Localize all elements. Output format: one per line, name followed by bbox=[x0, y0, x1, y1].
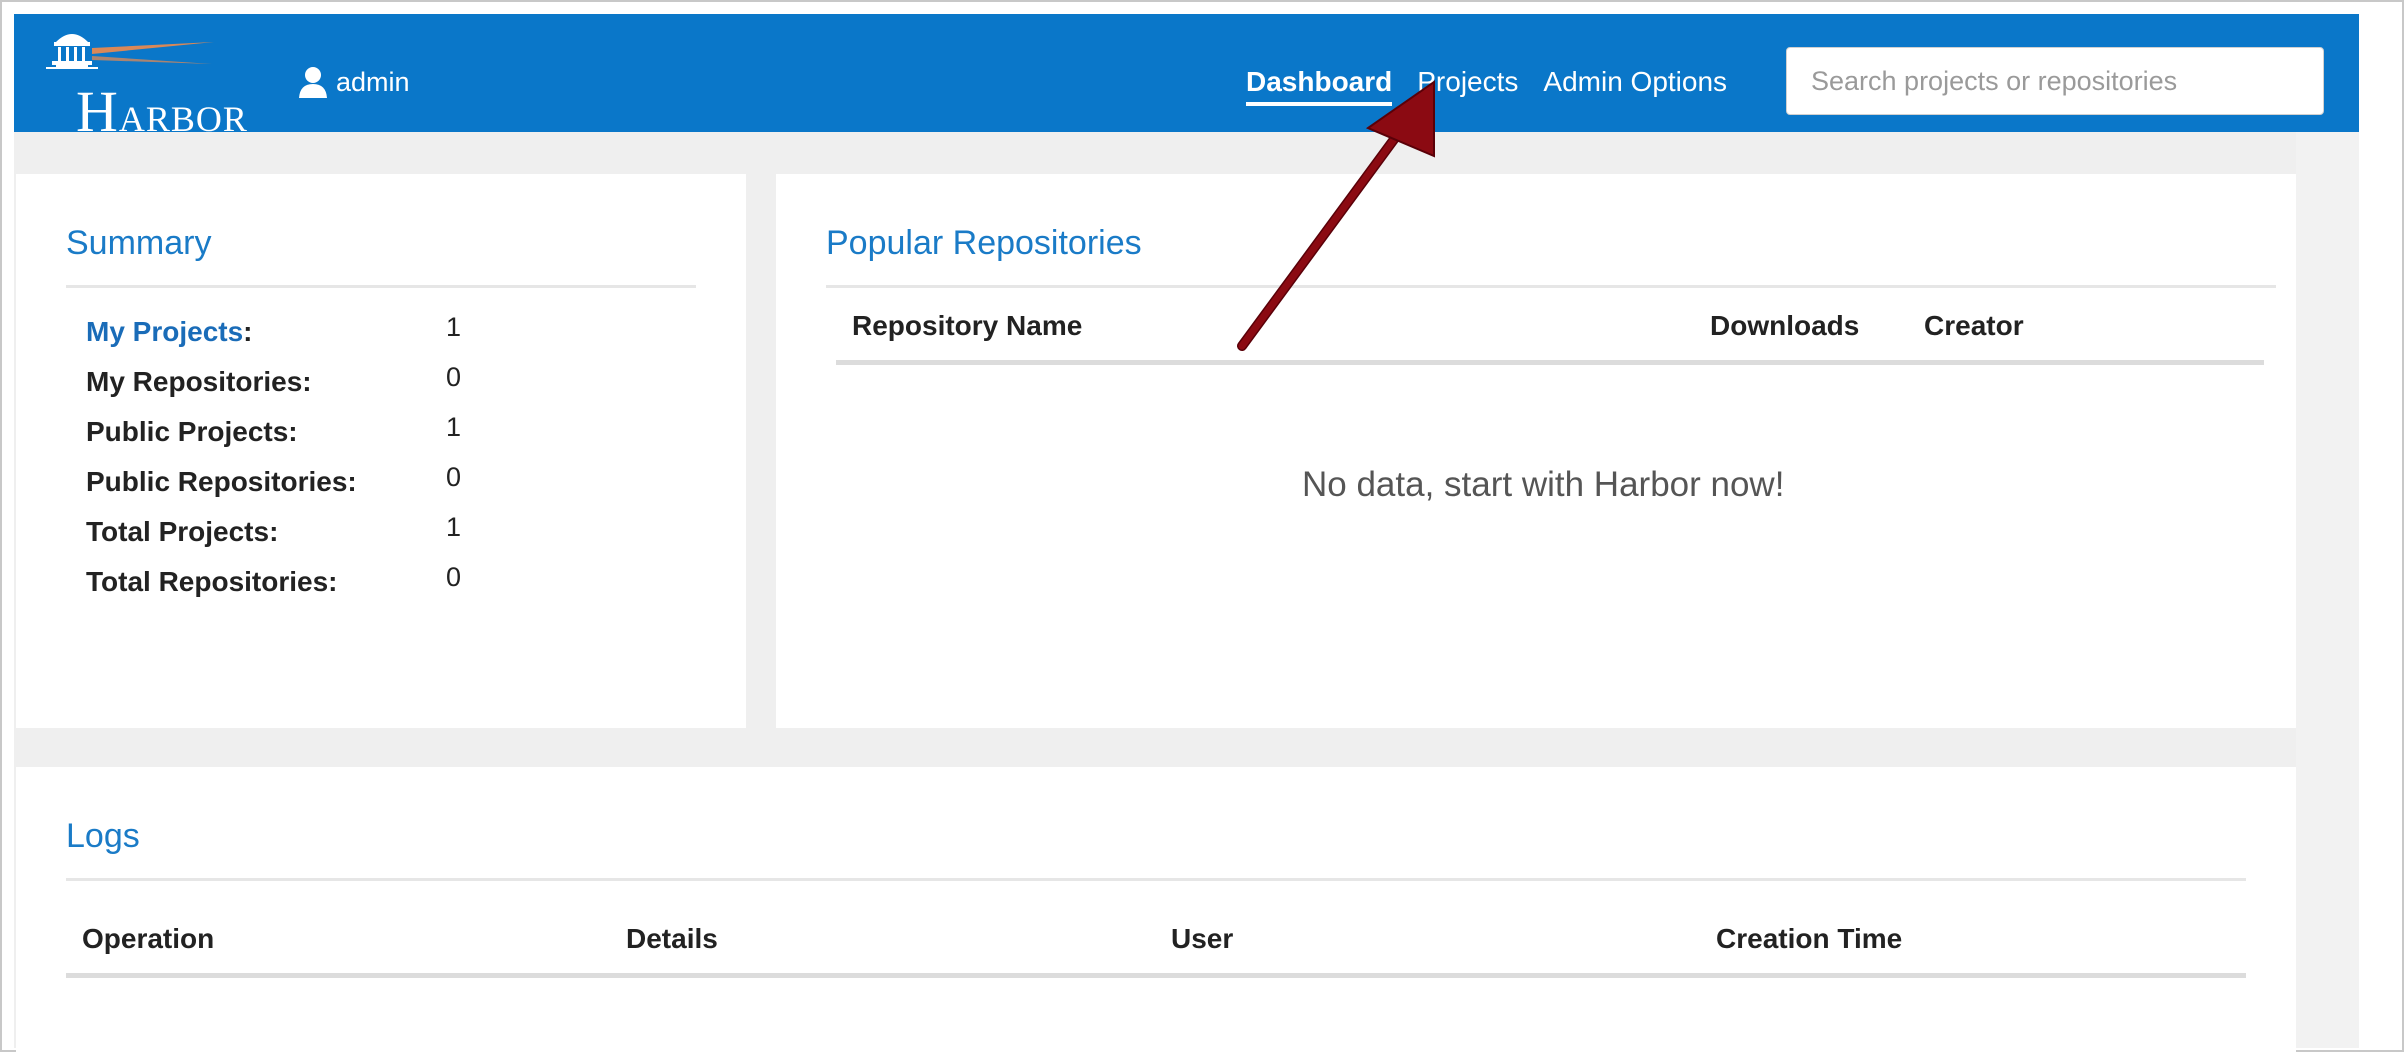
col-downloads[interactable]: Downloads bbox=[1710, 310, 1859, 342]
logs-panel: Logs Operation Details User Creation Tim… bbox=[16, 767, 2296, 1052]
summary-label: My Repositories: bbox=[86, 366, 312, 397]
col-operation[interactable]: Operation bbox=[82, 923, 214, 955]
summary-label: Public Repositories: bbox=[86, 466, 357, 497]
popular-divider bbox=[826, 285, 2276, 288]
summary-value: 0 bbox=[446, 362, 462, 392]
harbor-logo[interactable]: HARBOR bbox=[42, 20, 247, 144]
right-gutter bbox=[2296, 132, 2359, 1048]
summary-value: 1 bbox=[446, 512, 462, 542]
summary-panel: Summary My Projects: 1 My Repositories: … bbox=[16, 174, 746, 728]
summary-value: 1 bbox=[446, 412, 462, 442]
summary-value: 0 bbox=[446, 462, 462, 492]
col-details[interactable]: Details bbox=[626, 923, 718, 955]
summary-value: 1 bbox=[446, 312, 462, 342]
nav-admin-options[interactable]: Admin Options bbox=[1543, 66, 1727, 102]
user-icon bbox=[299, 67, 327, 98]
summary-label: My Projects: bbox=[86, 316, 253, 347]
col-user[interactable]: User bbox=[1171, 923, 1233, 955]
summary-value: 0 bbox=[446, 562, 462, 592]
col-repository-name[interactable]: Repository Name bbox=[852, 310, 1082, 342]
summary-title: Summary bbox=[66, 224, 212, 262]
popular-header-divider bbox=[836, 360, 2264, 365]
popular-repositories-title: Popular Repositories bbox=[826, 224, 1142, 262]
logs-header-divider bbox=[66, 973, 2246, 978]
search-input[interactable] bbox=[1786, 47, 2324, 115]
logs-divider bbox=[66, 878, 2246, 881]
col-creator[interactable]: Creator bbox=[1924, 310, 2024, 342]
popular-repositories-panel: Popular Repositories Repository Name Dow… bbox=[776, 174, 2296, 728]
user-menu[interactable]: admin bbox=[298, 62, 410, 102]
summary-label: Total Projects: bbox=[86, 516, 279, 547]
my-projects-link[interactable]: My Projects bbox=[86, 316, 243, 347]
nav-dashboard[interactable]: Dashboard bbox=[1246, 66, 1393, 106]
summary-label: Total Repositories: bbox=[86, 566, 338, 597]
top-navbar: HARBOR admin Dashboard Projects Admin Op… bbox=[14, 14, 2359, 144]
logs-title: Logs bbox=[66, 817, 140, 855]
nav-projects[interactable]: Projects bbox=[1417, 66, 1518, 102]
empty-state-message: No data, start with Harbor now! bbox=[1302, 465, 1785, 504]
main-nav: Dashboard Projects Admin Options bbox=[1246, 66, 1752, 110]
summary-label: Public Projects: bbox=[86, 416, 298, 447]
summary-divider bbox=[66, 285, 696, 288]
app-window: HARBOR admin Dashboard Projects Admin Op… bbox=[0, 0, 2404, 1052]
username: admin bbox=[336, 66, 410, 97]
col-creation-time[interactable]: Creation Time bbox=[1716, 923, 1902, 955]
